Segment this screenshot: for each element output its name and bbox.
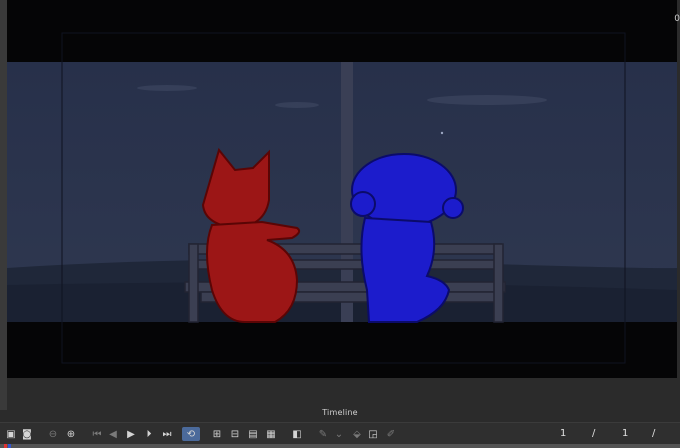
loop-icon[interactable]: ⟲ bbox=[182, 427, 200, 441]
canvas-viewport[interactable] bbox=[7, 0, 677, 378]
corner-indicator: 0 bbox=[674, 14, 680, 24]
selection-marker[interactable] bbox=[8, 444, 11, 448]
playhead-marker[interactable] bbox=[4, 444, 7, 448]
star bbox=[440, 131, 444, 135]
brush-icon[interactable]: ✎ bbox=[316, 427, 330, 441]
current-frame-number[interactable]: 1 bbox=[560, 428, 566, 439]
vector-icon[interactable]: ◲ bbox=[366, 427, 380, 441]
previous-frame-icon[interactable]: ◀ bbox=[106, 427, 120, 441]
play-icon[interactable]: ▶ bbox=[124, 427, 138, 441]
next-frame-icon[interactable]: ⏵ bbox=[142, 427, 156, 441]
chevron-down-icon[interactable]: ⌄ bbox=[332, 427, 346, 441]
total-frames-number[interactable]: 1 bbox=[622, 428, 628, 439]
frame-separator: / bbox=[592, 428, 596, 439]
zoom-out-icon[interactable]: ⊖ bbox=[46, 427, 60, 441]
scene-icon[interactable]: ▣ bbox=[4, 427, 18, 441]
timeline-title: Timeline bbox=[322, 408, 358, 417]
timeline-ruler[interactable] bbox=[0, 444, 680, 448]
new-cel-icon[interactable]: ⊞ bbox=[210, 427, 224, 441]
trailing-separator: / bbox=[652, 428, 656, 439]
new-frame-icon[interactable]: ⊟ bbox=[228, 427, 242, 441]
animation-frame bbox=[7, 32, 677, 364]
camera-icon[interactable]: ◙ bbox=[20, 427, 34, 441]
layer-icon[interactable]: ▤ bbox=[246, 427, 260, 441]
onion-skin-icon[interactable]: ◧ bbox=[290, 427, 304, 441]
pen-icon[interactable]: ✐ bbox=[384, 427, 398, 441]
last-frame-icon[interactable]: ⏭ bbox=[160, 427, 174, 441]
left-panel-edge bbox=[0, 0, 7, 410]
fill-icon[interactable]: ⬙ bbox=[350, 427, 364, 441]
zoom-in-icon[interactable]: ⊕ bbox=[64, 427, 78, 441]
image-icon[interactable]: ▦ bbox=[264, 427, 278, 441]
first-frame-icon[interactable]: ⏮ bbox=[90, 427, 104, 441]
timeline-toolbar: ▣ ◙ ⊖ ⊕ ⏮ ◀ ▶ ⏵ ⏭ ⟲ ⊞ ⊟ ▤ ▦ ◧ ✎ ⌄ ⬙ ◲ ✐ … bbox=[0, 422, 680, 445]
